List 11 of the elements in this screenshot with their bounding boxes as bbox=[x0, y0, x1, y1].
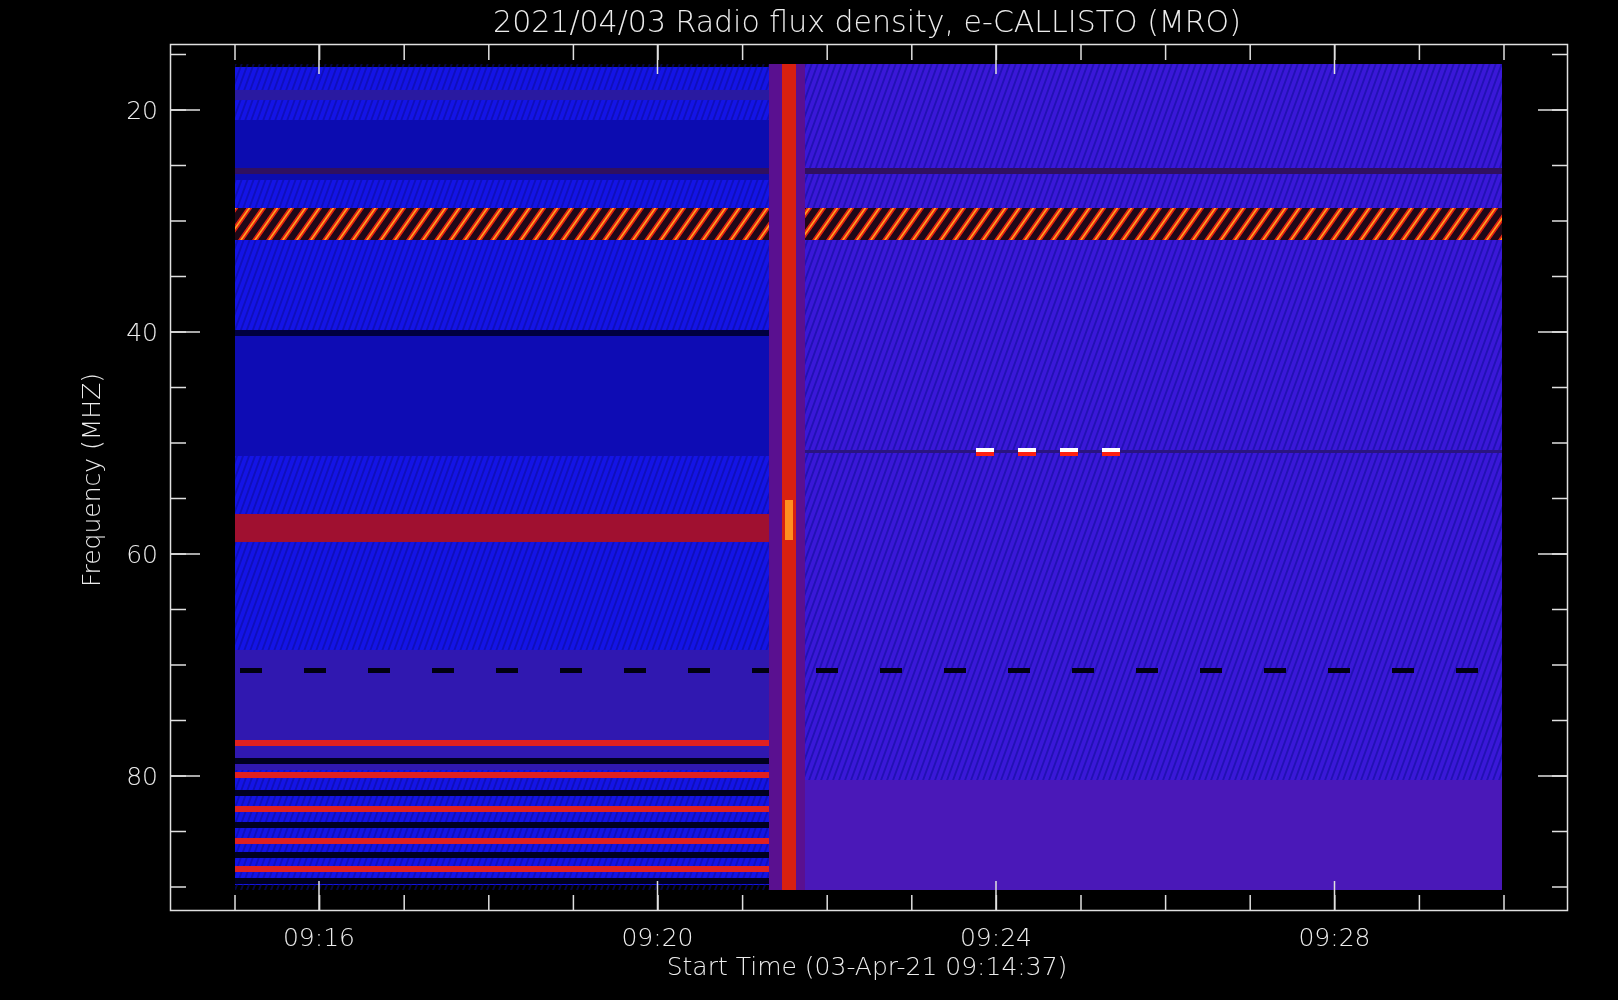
y-tick-label: 40 bbox=[126, 318, 158, 347]
x-axis-label: Start Time (03-Apr-21 09:14:37) bbox=[666, 952, 1068, 981]
y-tick-label: 80 bbox=[126, 762, 158, 791]
x-tick-label: 09:20 bbox=[621, 923, 694, 952]
x-tick-label: 09:24 bbox=[960, 923, 1032, 952]
y-axis-label: Frequency (MHZ) bbox=[77, 372, 106, 588]
chart-title: 2021/04/03 Radio flux density, e-CALLISTO (MRO) bbox=[493, 4, 1241, 39]
y-tick-label: 60 bbox=[126, 540, 158, 569]
x-tick-label: 09:28 bbox=[1298, 923, 1371, 952]
x-tick-label: 09:16 bbox=[283, 923, 355, 952]
y-tick-label: 20 bbox=[126, 96, 158, 125]
